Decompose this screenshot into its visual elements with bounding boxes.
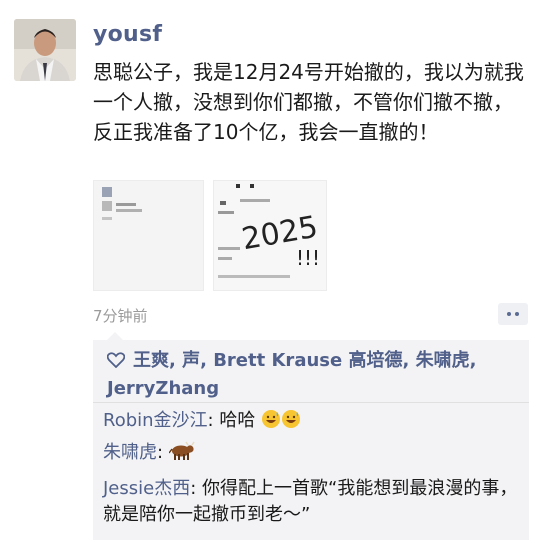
grinning-sweat-emoji-icon	[281, 409, 301, 437]
interactions-panel: 王爽, 声, Brett Krause 高培德, 朱啸虎, JerryZhang…	[93, 340, 529, 540]
comment-like-menu-button[interactable]	[498, 303, 528, 325]
comment-item[interactable]: Robin金沙江: 哈哈	[103, 408, 523, 437]
comment-text: 哈哈	[219, 410, 256, 431]
comment-separator: :	[157, 442, 169, 463]
author-name[interactable]: yousf	[93, 22, 162, 47]
comment-author[interactable]: Jessie杰西	[103, 478, 190, 499]
dot-icon	[507, 312, 511, 316]
divider	[93, 402, 529, 403]
likes-row: 王爽, 声, Brett Krause 高培德, 朱啸虎, JerryZhang	[106, 348, 519, 402]
likes-names[interactable]: 王爽, 声, Brett Krause 高培德, 朱啸虎, JerryZhang	[107, 350, 476, 399]
post-image-1[interactable]	[93, 180, 204, 291]
grinning-sweat-emoji-icon	[261, 409, 281, 437]
comment-author[interactable]: Robin金沙江	[103, 410, 208, 431]
comment-separator: :	[207, 410, 220, 431]
handwritten-marks: !!!	[296, 246, 320, 270]
interaction-pointer	[107, 332, 123, 340]
post-text: 思聪公子，我是12月24号开始撤的，我以为就我一个人撤，没想到你们都撤，不管你们…	[93, 60, 524, 144]
avatar[interactable]	[14, 19, 76, 81]
dot-icon	[515, 312, 519, 316]
comment-item[interactable]: Jessie杰西: 你得配上一首歌“我能想到最浪漫的事，就是陪你一起撤币到老～”	[103, 476, 523, 528]
comment-item[interactable]: 朱啸虎:	[103, 440, 523, 469]
chat-screenshot-image	[94, 181, 203, 290]
post-image-2[interactable]: 2025 !!!	[213, 180, 327, 291]
comment-author[interactable]: 朱啸虎	[103, 442, 157, 463]
post-time: 7分钟前	[93, 307, 148, 325]
ox-emoji-icon	[168, 441, 195, 469]
comment-separator: :	[190, 478, 203, 499]
moments-post: yousf 思聪公子，我是12月24号开始撤的，我以为就我一个人撤，没想到你们都…	[0, 0, 538, 549]
heart-icon	[106, 350, 127, 376]
handwritten-note-image: 2025 !!!	[214, 181, 326, 290]
avatar-photo	[14, 19, 76, 81]
